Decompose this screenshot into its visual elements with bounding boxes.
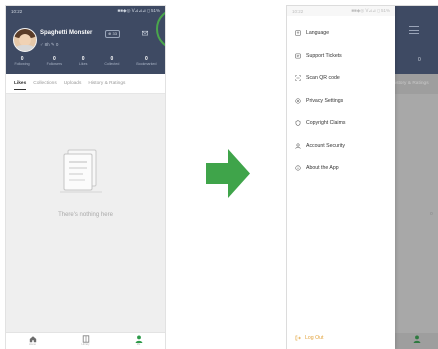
menu-item-privacy-settings[interactable]: Privacy Settings [287,90,395,113]
tab-collections[interactable]: Collections [33,81,56,86]
library-icon [82,335,89,343]
tab-uploads[interactable]: Uploads [64,81,82,86]
status-time: 10:22 [292,8,304,14]
menu-item-scan-qr[interactable]: Scan QR code [287,67,395,90]
language-icon [295,30,301,36]
menu-item-support-tickets[interactable]: Support Tickets [287,45,395,68]
phone-screen-after: 0 istory & Ratings o 10:22 ■■◆◎ ᐯ⊿⊿ ▯ 51… [287,6,438,349]
bottom-nav: Home Library Me [6,332,165,349]
menu-item-about-app[interactable]: About the App [287,157,395,180]
menu-item-copyright-claims[interactable]: Copyright Claims [287,112,395,135]
stat-following[interactable]: 0 Following [14,56,29,72]
logout-button[interactable]: Log Out [295,335,323,341]
dimmed-menu-icon [409,26,419,35]
menu-item-account-security[interactable]: Account Security [287,135,395,158]
qr-icon [295,75,301,81]
avatar[interactable] [13,28,37,52]
status-bar: 10:22 ■■◆◎ ᐯ⊿⊿ ▯ 51% [287,6,395,16]
nav-home[interactable]: Home [26,335,40,347]
profile-tabs: Likes Collections Uploads History & Rati… [6,74,165,94]
info-icon [295,165,301,171]
nav-library[interactable]: Library [79,335,93,347]
ticket-icon [295,53,301,59]
copyright-icon [295,120,301,127]
stat-followers[interactable]: 0 Followers [47,56,62,72]
user-icon [413,335,421,343]
tab-likes[interactable]: Likes [14,81,27,90]
status-time: 10:22 [11,8,23,14]
status-icons: ■■◆◎ ᐯ⊿⊿⊿ ▯ 51% [117,8,160,13]
stat-collected[interactable]: 0 Collected [104,56,119,72]
nav-me[interactable]: Me [132,335,146,347]
home-icon [29,336,36,343]
privacy-icon [295,98,301,104]
profile-header: 10:22 ■■◆◎ ᐯ⊿⊿⊿ ▯ 51% Spaghetti Monster … [6,6,165,74]
drawer-menu-list: Language Support Tickets Scan QR code Pr… [287,22,395,180]
dimmed-glyph: o [430,211,433,217]
side-drawer-menu: 10:22 ■■◆◎ ᐯ⊿⊿ ▯ 51% Language Support Ti… [287,6,395,349]
status-bar: 10:22 ■■◆◎ ᐯ⊿⊿⊿ ▯ 51% [6,6,165,16]
empty-state-text: There's nothing here [58,212,113,218]
stats-row: 0 Following 0 Followers 0 Likes 0 Collec… [6,56,165,72]
user-icon [135,335,142,343]
user-name[interactable]: Spaghetti Monster [40,30,92,36]
arrow-right-icon [206,149,250,198]
user-meta: ♂ 8h ✎ 0 [40,42,59,47]
phone-screen-before: 10:22 ■■◆◎ ᐯ⊿⊿⊿ ▯ 51% Spaghetti Monster … [6,6,165,349]
dimmed-stat: 0 [418,57,421,63]
tab-history-ratings[interactable]: History & Ratings [88,81,125,86]
empty-state-illustration [60,149,102,193]
stat-likes[interactable]: 0 Likes [79,56,87,72]
menu-item-language[interactable]: Language [287,22,395,45]
status-icons: ■■◆◎ ᐯ⊿⊿ ▯ 51% [351,8,390,13]
stat-bookmarked[interactable]: 0 Bookmarked [136,56,156,72]
level-badge: ⊕ 33 [105,30,120,38]
logout-label: Log Out [305,335,324,341]
account-icon [295,143,301,149]
envelope-icon[interactable] [142,30,148,36]
logout-icon [295,335,301,341]
dimmed-tab-text: istory & Ratings [395,81,429,86]
